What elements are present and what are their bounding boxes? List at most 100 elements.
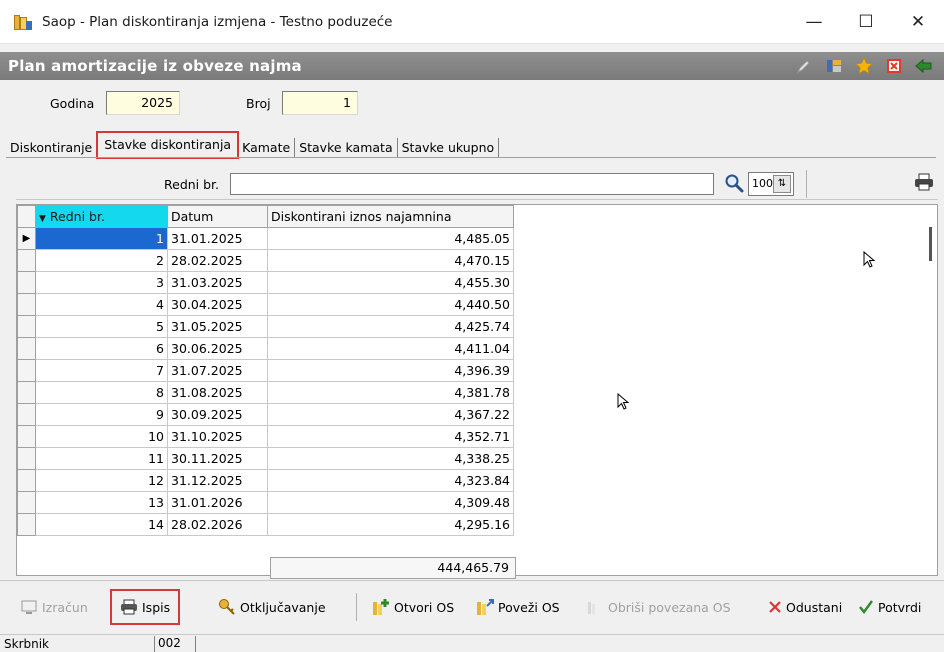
cell-datum[interactable]: 31.07.2025	[167, 359, 268, 382]
cell-redni-br[interactable]: 4	[35, 293, 168, 316]
table-row[interactable]: 10 31.10.2025 4,352.71	[17, 425, 514, 448]
cell-datum[interactable]: 31.08.2025	[167, 381, 268, 404]
cell-iznos[interactable]: 4,295.16	[267, 513, 514, 536]
cell-redni-br[interactable]: 1	[35, 227, 168, 250]
table-row[interactable]: 6 30.06.2025 4,411.04	[17, 337, 514, 360]
cell-iznos[interactable]: 4,396.39	[267, 359, 514, 382]
table-row[interactable]: ▶ 1 31.01.2025 4,485.05	[17, 227, 514, 250]
ispis-button[interactable]: Ispis	[109, 589, 181, 625]
cell-iznos[interactable]: 4,381.78	[267, 381, 514, 404]
edit-icon[interactable]	[794, 56, 814, 76]
cell-datum[interactable]: 31.12.2025	[167, 469, 268, 492]
sort-spin-icon[interactable]: ⇅	[773, 175, 791, 193]
table-row[interactable]: 9 30.09.2025 4,367.22	[17, 403, 514, 426]
cell-redni-br[interactable]: 5	[35, 315, 168, 338]
table-row[interactable]: 5 31.05.2025 4,425.74	[17, 315, 514, 338]
row-indicator[interactable]	[17, 447, 36, 470]
tab-stavke-kamata[interactable]: Stavke kamata	[295, 138, 398, 158]
cell-redni-br[interactable]: 14	[35, 513, 168, 536]
cell-redni-br[interactable]: 11	[35, 447, 168, 470]
cell-iznos[interactable]: 4,309.48	[267, 491, 514, 514]
cell-redni-br[interactable]: 8	[35, 381, 168, 404]
cell-datum[interactable]: 31.01.2025	[167, 227, 268, 250]
row-indicator[interactable]	[17, 491, 36, 514]
cell-redni-br[interactable]: 2	[35, 249, 168, 272]
maximize-button[interactable]: ☐	[840, 0, 892, 44]
cell-iznos[interactable]: 4,411.04	[267, 337, 514, 360]
cell-redni-br[interactable]: 7	[35, 359, 168, 382]
row-indicator[interactable]	[17, 425, 36, 448]
cell-iznos[interactable]: 4,367.22	[267, 403, 514, 426]
star-icon[interactable]	[854, 56, 874, 76]
row-indicator[interactable]	[17, 293, 36, 316]
minimize-button[interactable]: —	[788, 0, 840, 44]
layout-icon[interactable]	[824, 56, 844, 76]
row-indicator[interactable]	[17, 337, 36, 360]
cell-datum[interactable]: 31.03.2025	[167, 271, 268, 294]
cell-datum[interactable]: 31.05.2025	[167, 315, 268, 338]
vertical-scrollbar[interactable]	[929, 227, 932, 261]
row-indicator[interactable]	[17, 271, 36, 294]
povezi-os-button[interactable]: Poveži OS	[476, 595, 560, 619]
godina-field[interactable]: 2025	[106, 91, 180, 115]
column-header-datum[interactable]: Datum	[167, 205, 268, 228]
row-indicator[interactable]	[17, 403, 36, 426]
exit-icon[interactable]	[914, 56, 934, 76]
odustani-button[interactable]: Odustani	[768, 595, 842, 619]
table-row[interactable]: 7 31.07.2025 4,396.39	[17, 359, 514, 382]
table-row[interactable]: 2 28.02.2025 4,470.15	[17, 249, 514, 272]
search-input[interactable]	[230, 173, 714, 195]
data-grid[interactable]: ▼ Redni br. Datum Diskontirani iznos naja…	[16, 204, 938, 579]
cell-redni-br[interactable]: 10	[35, 425, 168, 448]
cell-iznos[interactable]: 4,455.30	[267, 271, 514, 294]
cell-datum[interactable]: 30.09.2025	[167, 403, 268, 426]
tab-stavke-diskontiranja[interactable]: Stavke diskontiranja	[96, 131, 240, 159]
cell-datum[interactable]: 31.10.2025	[167, 425, 268, 448]
cell-iznos[interactable]: 4,323.84	[267, 469, 514, 492]
close-button[interactable]: ✕	[892, 0, 944, 44]
broj-field[interactable]: 1	[282, 91, 358, 115]
table-row[interactable]: 14 28.02.2026 4,295.16	[17, 513, 514, 536]
table-row[interactable]: 4 30.04.2025 4,440.50	[17, 293, 514, 316]
cell-iznos[interactable]: 4,338.25	[267, 447, 514, 470]
table-row[interactable]: 3 31.03.2025 4,455.30	[17, 271, 514, 294]
row-indicator[interactable]	[17, 469, 36, 492]
cell-redni-br[interactable]: 13	[35, 491, 168, 514]
table-row[interactable]: 12 31.12.2025 4,323.84	[17, 469, 514, 492]
otkljucavanje-button[interactable]: Otključavanje	[218, 595, 326, 619]
tab-diskontiranje[interactable]: Diskontiranje	[6, 138, 98, 158]
row-indicator[interactable]	[17, 315, 36, 338]
row-limit-field[interactable]: 100 ⇅	[748, 172, 794, 196]
row-indicator[interactable]	[17, 249, 36, 272]
cell-datum[interactable]: 30.04.2025	[167, 293, 268, 316]
print-icon[interactable]	[914, 173, 934, 196]
close-form-icon[interactable]	[884, 56, 904, 76]
row-indicator[interactable]	[17, 381, 36, 404]
cell-iznos[interactable]: 4,352.71	[267, 425, 514, 448]
tab-kamate[interactable]: Kamate	[238, 138, 296, 158]
cell-datum[interactable]: 28.02.2025	[167, 249, 268, 272]
cell-iznos[interactable]: 4,440.50	[267, 293, 514, 316]
cell-iznos[interactable]: 4,485.05	[267, 227, 514, 250]
cell-datum[interactable]: 28.02.2026	[167, 513, 268, 536]
search-icon[interactable]	[724, 173, 744, 193]
cell-redni-br[interactable]: 3	[35, 271, 168, 294]
cell-datum[interactable]: 30.06.2025	[167, 337, 268, 360]
row-indicator[interactable]	[17, 513, 36, 536]
table-row[interactable]: 11 30.11.2025 4,338.25	[17, 447, 514, 470]
potvrdi-button[interactable]: Potvrdi	[858, 595, 921, 619]
tab-stavke-ukupno[interactable]: Stavke ukupno	[398, 138, 500, 158]
cell-iznos[interactable]: 4,470.15	[267, 249, 514, 272]
cell-redni-br[interactable]: 6	[35, 337, 168, 360]
cell-datum[interactable]: 31.01.2026	[167, 491, 268, 514]
column-header-diskontirani-iznos[interactable]: Diskontirani iznos najamnina	[267, 205, 514, 228]
current-row-indicator-icon[interactable]: ▶	[17, 227, 36, 250]
izracun-button[interactable]: Izračun	[20, 595, 88, 619]
row-indicator[interactable]	[17, 359, 36, 382]
obrisi-povezana-os-button[interactable]: Obriši povezana OS	[586, 595, 731, 619]
table-row[interactable]: 13 31.01.2026 4,309.48	[17, 491, 514, 514]
table-row[interactable]: 8 31.08.2025 4,381.78	[17, 381, 514, 404]
cell-iznos[interactable]: 4,425.74	[267, 315, 514, 338]
cell-redni-br[interactable]: 12	[35, 469, 168, 492]
otvori-os-button[interactable]: Otvori OS	[372, 595, 454, 619]
